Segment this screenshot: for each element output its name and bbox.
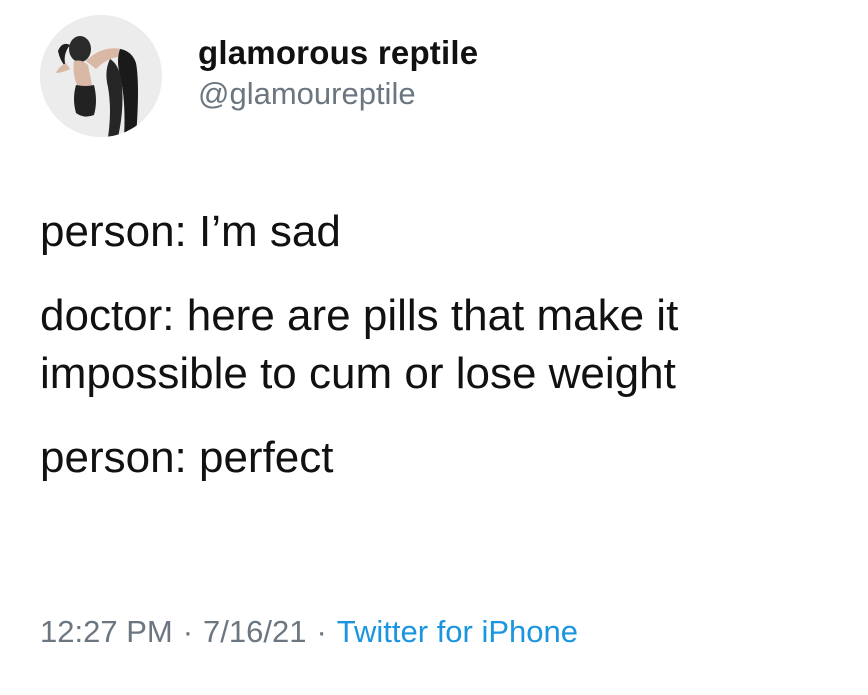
tweet-source-link[interactable]: Twitter for iPhone [337,614,578,649]
meta-separator: · [316,614,327,649]
tweet-metadata: 12:27 PM · 7/16/21 · Twitter for iPhone [40,612,578,652]
profile-photo-icon [40,15,162,137]
tweet-time[interactable]: 12:27 PM [40,614,173,649]
tweet-text: person: I’m sad doctor: here are pills t… [40,203,840,513]
meta-separator: · [182,614,194,649]
tweet-line: person: I’m sad [40,207,341,256]
tweet-date[interactable]: 7/16/21 [203,614,306,649]
user-handle[interactable]: @glamoureptile [198,75,478,113]
author-names: glamorous reptile @glamoureptile [198,33,478,113]
tweet-header: glamorous reptile @glamoureptile [40,10,478,142]
tweet-line: person: perfect [40,433,334,482]
tweet-card: glamorous reptile @glamoureptile person:… [0,0,868,695]
tweet-line: doctor: here are pills that make it impo… [40,291,679,398]
display-name[interactable]: glamorous reptile [198,33,478,73]
avatar[interactable] [40,15,162,137]
